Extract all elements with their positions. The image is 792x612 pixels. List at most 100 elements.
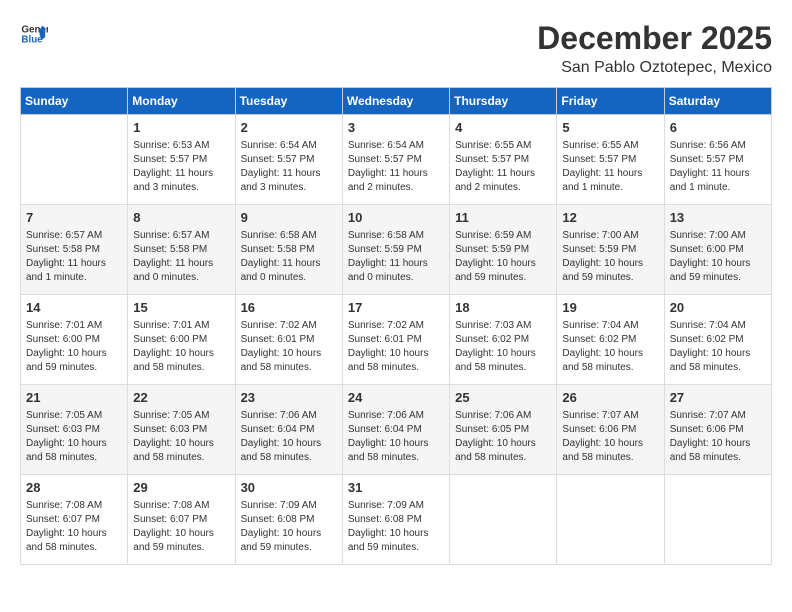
col-friday: Friday xyxy=(557,88,664,115)
day-info: Sunrise: 7:07 AMSunset: 6:06 PMDaylight:… xyxy=(562,409,658,465)
calendar-cell: 19 Sunrise: 7:04 AMSunset: 6:02 PMDayligh… xyxy=(557,295,664,385)
calendar-cell: 4 Sunrise: 6:55 AMSunset: 5:57 PMDaylight… xyxy=(450,115,557,205)
day-info: Sunrise: 7:06 AMSunset: 6:05 PMDaylight:… xyxy=(455,409,551,465)
day-number: 20 xyxy=(670,299,766,317)
col-wednesday: Wednesday xyxy=(342,88,449,115)
day-info: Sunrise: 7:07 AMSunset: 6:06 PMDaylight:… xyxy=(670,409,766,465)
day-info: Sunrise: 6:53 AMSunset: 5:57 PMDaylight:… xyxy=(133,139,229,195)
day-info: Sunrise: 7:04 AMSunset: 6:02 PMDaylight:… xyxy=(562,319,658,375)
header-row: Sunday Monday Tuesday Wednesday Thursday… xyxy=(21,88,772,115)
day-info: Sunrise: 6:56 AMSunset: 5:57 PMDaylight:… xyxy=(670,139,766,195)
day-info: Sunrise: 7:01 AMSunset: 6:00 PMDaylight:… xyxy=(26,319,122,375)
col-sunday: Sunday xyxy=(21,88,128,115)
day-number: 10 xyxy=(348,209,444,227)
title-area: December 2025 San Pablo Oztotepec, Mexic… xyxy=(537,20,772,77)
calendar-cell: 15 Sunrise: 7:01 AMSunset: 6:00 PMDayligh… xyxy=(128,295,235,385)
day-info: Sunrise: 6:54 AMSunset: 5:57 PMDaylight:… xyxy=(348,139,444,195)
day-number: 13 xyxy=(670,209,766,227)
day-info: Sunrise: 6:54 AMSunset: 5:57 PMDaylight:… xyxy=(241,139,337,195)
calendar-cell: 28 Sunrise: 7:08 AMSunset: 6:07 PMDayligh… xyxy=(21,475,128,565)
day-number: 5 xyxy=(562,119,658,137)
day-info: Sunrise: 7:08 AMSunset: 6:07 PMDaylight:… xyxy=(26,499,122,555)
day-number: 22 xyxy=(133,389,229,407)
calendar-cell: 3 Sunrise: 6:54 AMSunset: 5:57 PMDaylight… xyxy=(342,115,449,205)
day-info: Sunrise: 7:09 AMSunset: 6:08 PMDaylight:… xyxy=(241,499,337,555)
calendar-week-2: 7 Sunrise: 6:57 AMSunset: 5:58 PMDaylight… xyxy=(21,205,772,295)
calendar-table: Sunday Monday Tuesday Wednesday Thursday… xyxy=(20,87,772,565)
calendar-cell: 1 Sunrise: 6:53 AMSunset: 5:57 PMDaylight… xyxy=(128,115,235,205)
day-number: 19 xyxy=(562,299,658,317)
col-thursday: Thursday xyxy=(450,88,557,115)
calendar-cell: 30 Sunrise: 7:09 AMSunset: 6:08 PMDayligh… xyxy=(235,475,342,565)
calendar-week-5: 28 Sunrise: 7:08 AMSunset: 6:07 PMDayligh… xyxy=(21,475,772,565)
month-title: December 2025 xyxy=(537,20,772,57)
calendar-cell: 25 Sunrise: 7:06 AMSunset: 6:05 PMDayligh… xyxy=(450,385,557,475)
day-number: 25 xyxy=(455,389,551,407)
day-number: 26 xyxy=(562,389,658,407)
day-number: 23 xyxy=(241,389,337,407)
calendar-cell: 12Sunrise: 7:00 AMSunset: 5:59 PMDayligh… xyxy=(557,205,664,295)
day-number: 31 xyxy=(348,479,444,497)
day-number: 15 xyxy=(133,299,229,317)
calendar-cell: 7 Sunrise: 6:57 AMSunset: 5:58 PMDaylight… xyxy=(21,205,128,295)
day-info: Sunrise: 7:04 AMSunset: 6:02 PMDaylight:… xyxy=(670,319,766,375)
calendar-cell: 20 Sunrise: 7:04 AMSunset: 6:02 PMDayligh… xyxy=(664,295,771,385)
logo: General Blue xyxy=(20,20,48,48)
day-info: Sunrise: 7:08 AMSunset: 6:07 PMDaylight:… xyxy=(133,499,229,555)
day-info: Sunrise: 7:02 AMSunset: 6:01 PMDaylight:… xyxy=(348,319,444,375)
calendar-cell: 22Sunrise: 7:05 AMSunset: 6:03 PMDayligh… xyxy=(128,385,235,475)
calendar-cell: 10 Sunrise: 6:58 AMSunset: 5:59 PMDayligh… xyxy=(342,205,449,295)
calendar-week-3: 14Sunrise: 7:01 AMSunset: 6:00 PMDayligh… xyxy=(21,295,772,385)
day-info: Sunrise: 7:06 AMSunset: 6:04 PMDaylight:… xyxy=(241,409,337,465)
calendar-cell: 31Sunrise: 7:09 AMSunset: 6:08 PMDayligh… xyxy=(342,475,449,565)
location-title: San Pablo Oztotepec, Mexico xyxy=(537,59,772,77)
day-number: 17 xyxy=(348,299,444,317)
day-number: 8 xyxy=(133,209,229,227)
day-info: Sunrise: 6:57 AMSunset: 5:58 PMDaylight:… xyxy=(26,229,122,285)
day-info: Sunrise: 6:57 AMSunset: 5:58 PMDaylight:… xyxy=(133,229,229,285)
calendar-cell: 13 Sunrise: 7:00 AMSunset: 6:00 PMDayligh… xyxy=(664,205,771,295)
calendar-cell: 14Sunrise: 7:01 AMSunset: 6:00 PMDayligh… xyxy=(21,295,128,385)
day-number: 1 xyxy=(133,119,229,137)
day-info: Sunrise: 7:06 AMSunset: 6:04 PMDaylight:… xyxy=(348,409,444,465)
calendar-cell xyxy=(557,475,664,565)
col-saturday: Saturday xyxy=(664,88,771,115)
day-info: Sunrise: 7:03 AMSunset: 6:02 PMDaylight:… xyxy=(455,319,551,375)
col-tuesday: Tuesday xyxy=(235,88,342,115)
calendar-cell xyxy=(664,475,771,565)
day-info: Sunrise: 7:02 AMSunset: 6:01 PMDaylight:… xyxy=(241,319,337,375)
calendar-cell: 6Sunrise: 6:56 AMSunset: 5:57 PMDaylight… xyxy=(664,115,771,205)
day-info: Sunrise: 7:00 AMSunset: 5:59 PMDaylight:… xyxy=(562,229,658,285)
day-info: Sunrise: 7:00 AMSunset: 6:00 PMDaylight:… xyxy=(670,229,766,285)
calendar-cell: 9 Sunrise: 6:58 AMSunset: 5:58 PMDaylight… xyxy=(235,205,342,295)
svg-text:Blue: Blue xyxy=(21,34,43,45)
day-number: 9 xyxy=(241,209,337,227)
calendar-cell: 21 Sunrise: 7:05 AMSunset: 6:03 PMDayligh… xyxy=(21,385,128,475)
day-number: 18 xyxy=(455,299,551,317)
calendar-cell xyxy=(450,475,557,565)
calendar-week-1: 1 Sunrise: 6:53 AMSunset: 5:57 PMDaylight… xyxy=(21,115,772,205)
page-header: General Blue December 2025 San Pablo Ozt… xyxy=(20,20,772,77)
calendar-cell: 23 Sunrise: 7:06 AMSunset: 6:04 PMDayligh… xyxy=(235,385,342,475)
day-number: 28 xyxy=(26,479,122,497)
day-number: 11 xyxy=(455,209,551,227)
day-number: 4 xyxy=(455,119,551,137)
day-info: Sunrise: 7:01 AMSunset: 6:00 PMDaylight:… xyxy=(133,319,229,375)
day-info: Sunrise: 6:59 AMSunset: 5:59 PMDaylight:… xyxy=(455,229,551,285)
day-info: Sunrise: 7:05 AMSunset: 6:03 PMDaylight:… xyxy=(26,409,122,465)
day-number: 24 xyxy=(348,389,444,407)
calendar-cell: 24 Sunrise: 7:06 AMSunset: 6:04 PMDayligh… xyxy=(342,385,449,475)
calendar-cell: 27Sunrise: 7:07 AMSunset: 6:06 PMDayligh… xyxy=(664,385,771,475)
calendar-week-4: 21 Sunrise: 7:05 AMSunset: 6:03 PMDayligh… xyxy=(21,385,772,475)
day-info: Sunrise: 6:58 AMSunset: 5:59 PMDaylight:… xyxy=(348,229,444,285)
day-number: 21 xyxy=(26,389,122,407)
logo-icon: General Blue xyxy=(20,20,48,48)
day-info: Sunrise: 6:55 AMSunset: 5:57 PMDaylight:… xyxy=(455,139,551,195)
day-number: 30 xyxy=(241,479,337,497)
day-info: Sunrise: 6:58 AMSunset: 5:58 PMDaylight:… xyxy=(241,229,337,285)
day-number: 7 xyxy=(26,209,122,227)
day-number: 3 xyxy=(348,119,444,137)
calendar-cell xyxy=(21,115,128,205)
day-number: 16 xyxy=(241,299,337,317)
calendar-cell: 16 Sunrise: 7:02 AMSunset: 6:01 PMDayligh… xyxy=(235,295,342,385)
